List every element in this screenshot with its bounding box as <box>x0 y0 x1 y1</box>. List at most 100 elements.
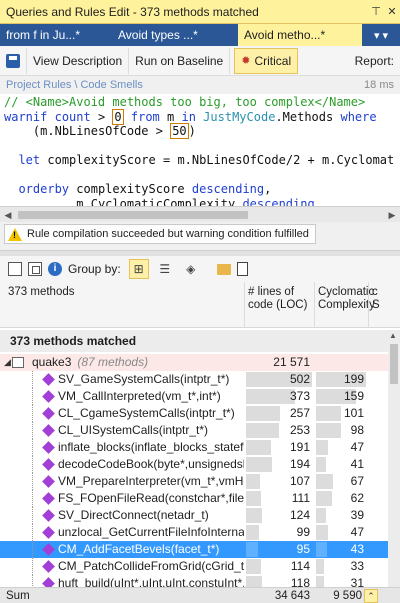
editor-horizontal-scrollbar[interactable]: ◀ ▶ <box>0 206 400 222</box>
report-label: Report: <box>354 53 394 68</box>
table-row[interactable]: SV_GameSystemCalls(intptr_t*) 502 199 <box>0 371 388 388</box>
table-row[interactable]: CM_AddFacetBevels(facet_t*) 95 43 <box>0 541 388 558</box>
group-loc: 21 571 <box>273 355 310 369</box>
save-icon <box>6 53 20 68</box>
scroll-right-icon[interactable]: ▶ <box>387 210 397 220</box>
group-count: (87 methods) <box>77 355 149 369</box>
code-line[interactable] <box>4 168 396 183</box>
method-loc: 111 <box>291 491 310 505</box>
method-loc: 373 <box>289 389 310 403</box>
column-header-cyclomatic[interactable]: Cyclomatic Complexity <box>318 286 375 312</box>
column-header-extra[interactable]: c S <box>372 286 386 312</box>
code-line[interactable]: let complexityScore = m.NbLinesOfCode/2 … <box>4 153 396 168</box>
method-name: CM_AddFacetBevels(facet_t*) <box>58 542 220 556</box>
method-icon <box>42 390 55 403</box>
table-row[interactable]: SV_DirectConnect(netadr_t) 124 39 <box>0 507 388 524</box>
group-by-tree-button[interactable]: ⊞ <box>128 259 149 279</box>
warning-message: ! Rule compilation succeeded but warning… <box>4 224 316 244</box>
critical-icon: ✹ <box>241 55 251 67</box>
scrollbar-thumb[interactable] <box>18 211 248 219</box>
report-dropdown[interactable]: Report: <box>349 48 400 74</box>
tab-avoid-methods[interactable]: Avoid metho...* <box>238 24 362 46</box>
tree-guide <box>32 456 33 473</box>
table-row[interactable]: decodeCodeBook(byte*,unsignedshor 194 41 <box>0 456 388 473</box>
sum-loc: 34 643 <box>274 590 310 602</box>
editor-toolbar: View Description Run on Baseline ✹ Criti… <box>0 46 400 76</box>
info-icon[interactable]: i <box>48 262 62 276</box>
run-on-baseline-button[interactable]: Run on Baseline <box>129 47 231 74</box>
method-name: VM_CallInterpreted(vm_t*,int*) <box>58 389 221 403</box>
sum-label: Sum <box>6 590 30 602</box>
folder-icon[interactable] <box>216 263 231 275</box>
scroll-left-icon[interactable]: ◀ <box>3 210 13 220</box>
table-row[interactable]: inflate_blocks(inflate_blocks_statef*,z 1… <box>0 439 388 456</box>
group-row[interactable]: ◢ quake3 (87 methods) 21 571 <box>0 354 388 371</box>
tab-query-from-f[interactable]: from f in Ju...* <box>0 24 112 46</box>
group-name: quake3 <box>32 355 72 369</box>
method-name: CL_CgameSystemCalls(intptr_t*) <box>58 406 235 420</box>
table-row[interactable]: VM_CallInterpreted(vm_t*,int*) 373 159 <box>0 388 388 405</box>
method-name: FS_FOpenFileRead(constchar*,fileH <box>58 491 244 505</box>
code-line[interactable]: m.CyclomaticComplexity descending <box>4 197 396 207</box>
table-row[interactable]: VM_PrepareInterpreter(vm_t*,vmHead 107 67 <box>0 473 388 490</box>
collapse-icon[interactable]: ◢ <box>4 354 11 371</box>
tree-guide <box>32 558 33 575</box>
method-cc: 47 <box>350 525 364 539</box>
query-editor[interactable]: // <Name>Avoid methods too big, too comp… <box>0 94 400 206</box>
scrollbar-thumb[interactable] <box>390 344 398 384</box>
column-header-methods[interactable]: 373 methods <box>8 286 75 298</box>
results-grid: 373 methods # lines of code (LOC) Cyclom… <box>0 282 400 603</box>
method-name: SV_DirectConnect(netadr_t) <box>58 508 209 522</box>
table-row[interactable]: FS_FOpenFileRead(constchar*,fileH 111 62 <box>0 490 388 507</box>
method-loc: 194 <box>289 457 310 471</box>
code-line[interactable]: orderby complexityScore descending, <box>4 182 396 197</box>
tab-avoid-types[interactable]: Avoid types ...* <box>112 24 238 46</box>
grid-vertical-scrollbar[interactable]: ▲ <box>388 330 400 587</box>
copy-icon[interactable] <box>28 262 42 276</box>
status-bar: ! Rule compilation succeeded but warning… <box>0 222 400 246</box>
critical-toggle[interactable]: ✹ Critical <box>234 47 299 74</box>
table-row[interactable]: CM_PatchCollideFromGrid(cGrid_t*, 114 33 <box>0 558 388 575</box>
method-loc: 107 <box>289 474 310 488</box>
table-row[interactable]: unzlocal_GetCurrentFileInfoInternal(u 99 4… <box>0 524 388 541</box>
breadcrumb-project-rules[interactable]: Project Rules <box>6 79 71 91</box>
tab-dropdown-menu[interactable]: ▾ ▾ <box>362 24 400 46</box>
export-icon[interactable] <box>8 262 22 276</box>
method-loc: 502 <box>289 372 310 386</box>
close-icon[interactable]: ✕ <box>384 5 400 18</box>
view-description-button[interactable]: View Description <box>27 47 130 74</box>
result-band: 373 methods matched <box>0 330 388 352</box>
code-line[interactable]: warnif count > 0 from m in JustMyCode.Me… <box>4 108 396 125</box>
window-title: Queries and Rules Edit - 373 methods mat… <box>6 4 259 19</box>
method-cc: 39 <box>350 508 364 522</box>
code-line[interactable] <box>4 139 396 154</box>
method-cc: 67 <box>350 474 364 488</box>
method-cc: 98 <box>350 423 364 437</box>
method-cc: 159 <box>343 389 364 403</box>
method-cc: 41 <box>350 457 364 471</box>
document-icon[interactable] <box>236 262 248 276</box>
scroll-up-icon[interactable]: ▲ <box>389 331 397 340</box>
tree-guide <box>32 422 33 439</box>
critical-label: Critical <box>254 53 292 68</box>
column-header-loc[interactable]: # lines of code (LOC) <box>248 286 314 312</box>
breadcrumb-code-smells[interactable]: Code Smells <box>80 79 142 91</box>
code-line[interactable]: // <Name>Avoid methods too big, too comp… <box>4 95 396 110</box>
warning-icon: ! <box>8 227 22 241</box>
group-by-flat-button[interactable]: ☰ <box>155 259 175 279</box>
method-cc: 62 <box>350 491 364 505</box>
table-row[interactable]: CL_CgameSystemCalls(intptr_t*) 257 101 <box>0 405 388 422</box>
tree-guide <box>32 371 33 388</box>
pin-icon[interactable]: ⊤ <box>368 5 384 18</box>
group-by-assembly-button[interactable]: ◈ <box>181 259 201 279</box>
tree-guide <box>32 541 33 558</box>
save-button[interactable] <box>0 47 27 74</box>
tab-strip: from f in Ju...* Avoid types ...* Avoid … <box>0 24 400 46</box>
method-cc: 199 <box>343 372 364 386</box>
method-loc: 257 <box>289 406 310 420</box>
code-line[interactable]: (m.NbLinesOfCode > 50) <box>4 123 396 139</box>
tree-guide <box>32 439 33 456</box>
tree-guide <box>32 405 33 422</box>
collapse-up-icon[interactable]: ⌃ <box>364 589 378 603</box>
table-row[interactable]: CL_UISystemCalls(intptr_t*) 253 98 <box>0 422 388 439</box>
